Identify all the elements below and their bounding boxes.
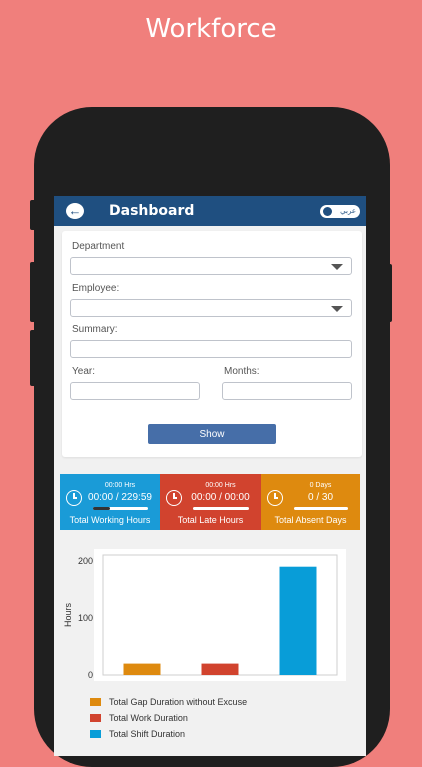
app-screen: ← Dashboard عربي Department Employee: Su… — [54, 196, 366, 756]
stat-value: 00:00 / 00:00 — [191, 492, 250, 503]
promo-title: Workforce — [145, 14, 277, 44]
stat-small-label: 0 Days — [309, 482, 332, 489]
stat-small-label: 00:00 Hrs — [205, 482, 236, 489]
stat-name: Total Absent Days — [274, 515, 347, 525]
y-tick-label-0: 0 — [88, 670, 93, 680]
stat-value: 0 / 30 — [307, 492, 334, 503]
stat-tile-1[interactable]: 00:00 Hrs 00:00 / 229:59 Total Working Hou… — [60, 474, 160, 530]
stat-name: Total Working Hours — [69, 515, 151, 525]
legend-swatch — [90, 698, 101, 706]
bar-2 — [201, 663, 239, 675]
y-tick-label-1: 100 — [78, 613, 93, 623]
legend-label: Total Shift Duration — [109, 729, 186, 739]
chevron-down-icon — [331, 306, 343, 312]
show-button[interactable]: Show — [148, 424, 276, 444]
y-tick-label-2: 200 — [78, 556, 93, 566]
legend-swatch — [90, 730, 101, 738]
bar-3 — [279, 566, 317, 675]
department-select[interactable] — [70, 257, 352, 275]
year-input[interactable] — [70, 382, 200, 400]
employee-label: Employee: — [72, 283, 120, 294]
department-label: Department — [72, 241, 125, 252]
stat-progress-bar — [193, 507, 249, 510]
filter-card: Department Employee: Summary: Year: Mont… — [62, 231, 362, 457]
months-label: Months: — [224, 366, 260, 377]
app-bar: ← Dashboard عربي — [54, 196, 366, 226]
legend-swatch — [90, 714, 101, 722]
stat-progress-bar — [294, 507, 348, 510]
hours-chart: 0 100 200 Hours Total Gap Duration without … — [54, 541, 366, 756]
language-toggle-button[interactable]: عربي — [320, 205, 360, 218]
year-label: Year: — [72, 366, 95, 377]
employee-select[interactable] — [70, 299, 352, 317]
summary-label: Summary: — [72, 324, 118, 335]
globe-icon — [323, 207, 332, 216]
stat-progress-fill — [93, 507, 110, 510]
back-arrow-icon[interactable]: ← — [66, 203, 84, 219]
hours-bar-chart: 0 100 200 Hours — [63, 549, 346, 681]
legend-label: Total Work Duration — [109, 713, 188, 723]
bar-1 — [123, 663, 161, 675]
language-label: عربي — [340, 208, 356, 215]
stat-progress-bar — [93, 507, 148, 510]
months-input[interactable] — [222, 382, 352, 400]
stat-tile-2[interactable]: 00:00 Hrs 00:00 / 00:00 Total Late Hours — [160, 474, 261, 530]
stat-tile-3[interactable]: 0 Days 0 / 30 Total Absent Days — [261, 474, 360, 530]
stat-name: Total Late Hours — [177, 515, 244, 525]
legend-label: Total Gap Duration without Excuse — [109, 697, 248, 707]
page-title: Dashboard — [109, 203, 195, 219]
chevron-down-icon — [331, 264, 343, 270]
summary-input[interactable] — [70, 340, 352, 358]
stat-value: 00:00 / 229:59 — [88, 492, 152, 503]
stat-small-label: 00:00 Hrs — [104, 482, 136, 489]
y-axis-label: Hours — [63, 603, 73, 628]
